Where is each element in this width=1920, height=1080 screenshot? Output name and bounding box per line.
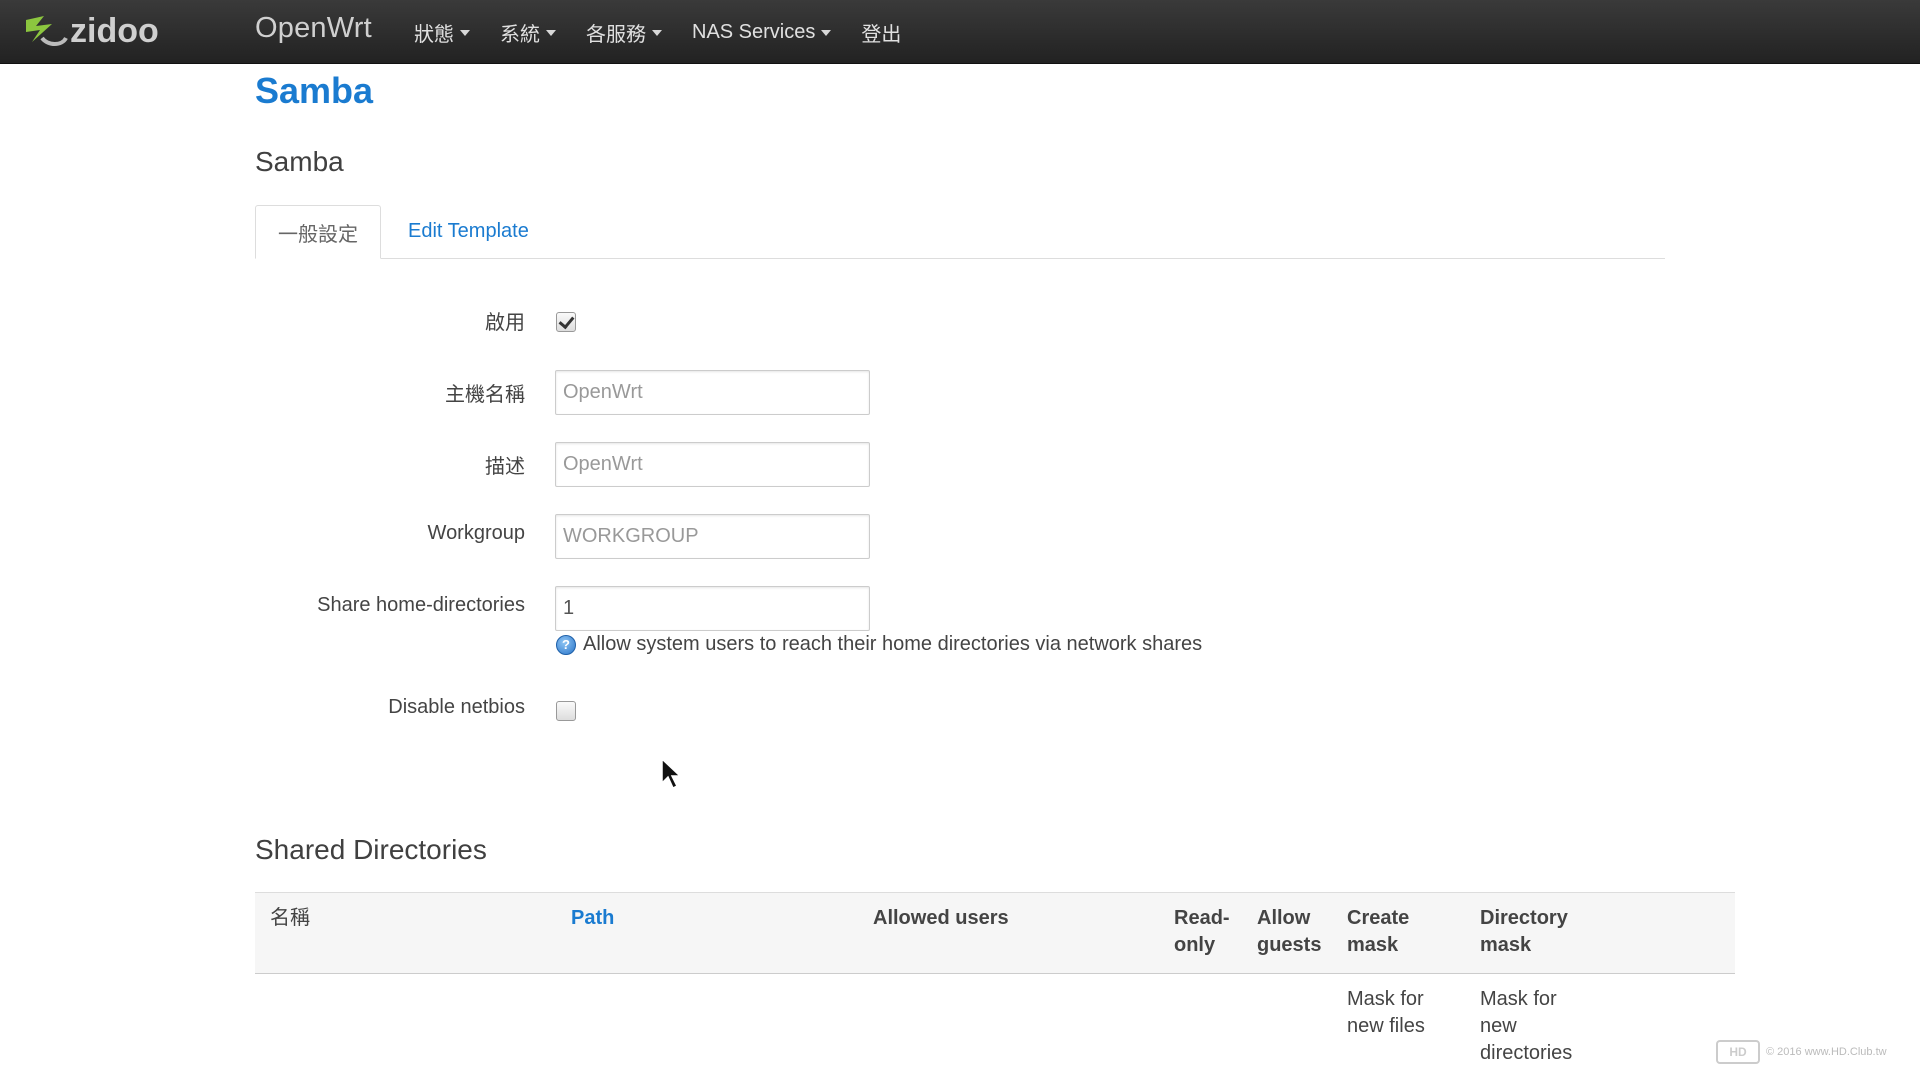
watermark-logo: HD bbox=[1716, 1040, 1760, 1064]
column-path[interactable]: Path bbox=[571, 905, 614, 932]
column-directory-mask: Directory mask bbox=[1480, 905, 1568, 959]
chevron-down-icon bbox=[821, 30, 832, 36]
enable-label: 啟用 bbox=[485, 312, 525, 334]
enable-checkbox[interactable] bbox=[556, 312, 576, 332]
shared-directories-title: Shared Directories bbox=[255, 834, 487, 865]
chevron-down-icon bbox=[546, 30, 556, 36]
directory-mask-description-line3: directories bbox=[1480, 1042, 1573, 1064]
main-menu: 狀態 系統 各服務 NAS Services 登出 bbox=[414, 0, 931, 64]
column-read-only-line2: only bbox=[1174, 934, 1216, 956]
watermark-text: © 2016 www.HD.Club.tw bbox=[1766, 1046, 1887, 1058]
section-title: Samba bbox=[255, 146, 344, 177]
mouse-cursor-icon bbox=[661, 757, 682, 790]
column-directory-mask-line2: mask bbox=[1480, 934, 1532, 956]
menu-services-label: 各服務 bbox=[586, 23, 646, 46]
workgroup-input[interactable] bbox=[555, 514, 870, 559]
share-home-hint-text: Allow system users to reach their home d… bbox=[583, 633, 1203, 655]
column-read-only: Read- only bbox=[1174, 905, 1230, 959]
column-allow-guests-line1: Allow bbox=[1257, 907, 1311, 929]
column-create-mask-line2: mask bbox=[1347, 934, 1399, 956]
menu-system-label: 系統 bbox=[500, 23, 540, 46]
tab-general-settings[interactable]: 一般設定 bbox=[255, 205, 381, 259]
menu-status[interactable]: 狀態 bbox=[414, 18, 470, 47]
menu-nas-services[interactable]: NAS Services bbox=[692, 20, 832, 44]
share-home-input[interactable] bbox=[555, 586, 870, 631]
top-navbar: zidoo OpenWrt 狀態 系統 各服務 NAS Services 登出 bbox=[0, 0, 1920, 64]
column-read-only-line1: Read- bbox=[1174, 907, 1230, 929]
menu-status-label: 狀態 bbox=[414, 23, 454, 46]
hostname-label: 主機名稱 bbox=[445, 384, 525, 406]
column-create-mask-line1: Create bbox=[1347, 907, 1410, 929]
menu-system[interactable]: 系統 bbox=[500, 18, 556, 47]
menu-services[interactable]: 各服務 bbox=[586, 18, 662, 47]
checkmark-icon bbox=[558, 312, 575, 330]
column-allowed-users: Allowed users bbox=[873, 905, 1009, 932]
menu-logout-label: 登出 bbox=[861, 23, 902, 46]
logo-text: zidoo bbox=[70, 12, 159, 50]
hostname-input[interactable] bbox=[555, 370, 870, 415]
column-path-line1: Path bbox=[571, 907, 615, 929]
disable-netbios-label: Disable netbios bbox=[388, 696, 525, 718]
column-allowed-users-line1: Allowed users bbox=[873, 907, 1009, 929]
site-watermark: HD © 2016 www.HD.Club.tw bbox=[1716, 1040, 1887, 1064]
shared-directories-table-header: 名稱 Path Allowed users Read- only Allow g… bbox=[255, 892, 1735, 974]
zidoo-logo[interactable]: zidoo bbox=[22, 8, 198, 54]
share-home-hint: ? Allow system users to reach their home… bbox=[556, 633, 1202, 656]
column-directory-mask-line1: Directory bbox=[1480, 907, 1568, 929]
disable-netbios-checkbox[interactable] bbox=[556, 701, 576, 721]
brand-openwrt[interactable]: OpenWrt bbox=[255, 12, 372, 45]
description-input[interactable] bbox=[555, 442, 870, 487]
workgroup-label: Workgroup bbox=[427, 522, 525, 544]
column-allow-guests-line2: guests bbox=[1257, 934, 1322, 956]
column-create-mask: Create mask bbox=[1347, 905, 1409, 959]
create-mask-description: Mask for new files bbox=[1347, 986, 1425, 1040]
directory-mask-description-line2: new bbox=[1480, 1015, 1517, 1037]
directory-mask-description: Mask for new directories bbox=[1480, 986, 1572, 1067]
info-icon: ? bbox=[556, 634, 576, 655]
create-mask-description-line2: new files bbox=[1347, 1015, 1425, 1037]
description-label: 描述 bbox=[485, 456, 525, 478]
column-name-line1: 名稱 bbox=[270, 907, 310, 929]
column-name: 名稱 bbox=[270, 905, 310, 932]
menu-logout[interactable]: 登出 bbox=[861, 18, 901, 47]
column-allow-guests: Allow guests bbox=[1257, 905, 1321, 959]
tab-edit-template[interactable]: Edit Template bbox=[408, 205, 529, 258]
menu-nas-services-label: NAS Services bbox=[692, 20, 816, 43]
tab-bar: 一般設定 Edit Template bbox=[255, 205, 1665, 259]
chevron-down-icon bbox=[460, 30, 470, 36]
page-title: Samba bbox=[255, 70, 374, 111]
share-home-label: Share home-directories bbox=[317, 594, 525, 616]
create-mask-description-line1: Mask for bbox=[1347, 988, 1424, 1010]
chevron-down-icon bbox=[652, 30, 662, 36]
directory-mask-description-line1: Mask for bbox=[1480, 988, 1557, 1010]
